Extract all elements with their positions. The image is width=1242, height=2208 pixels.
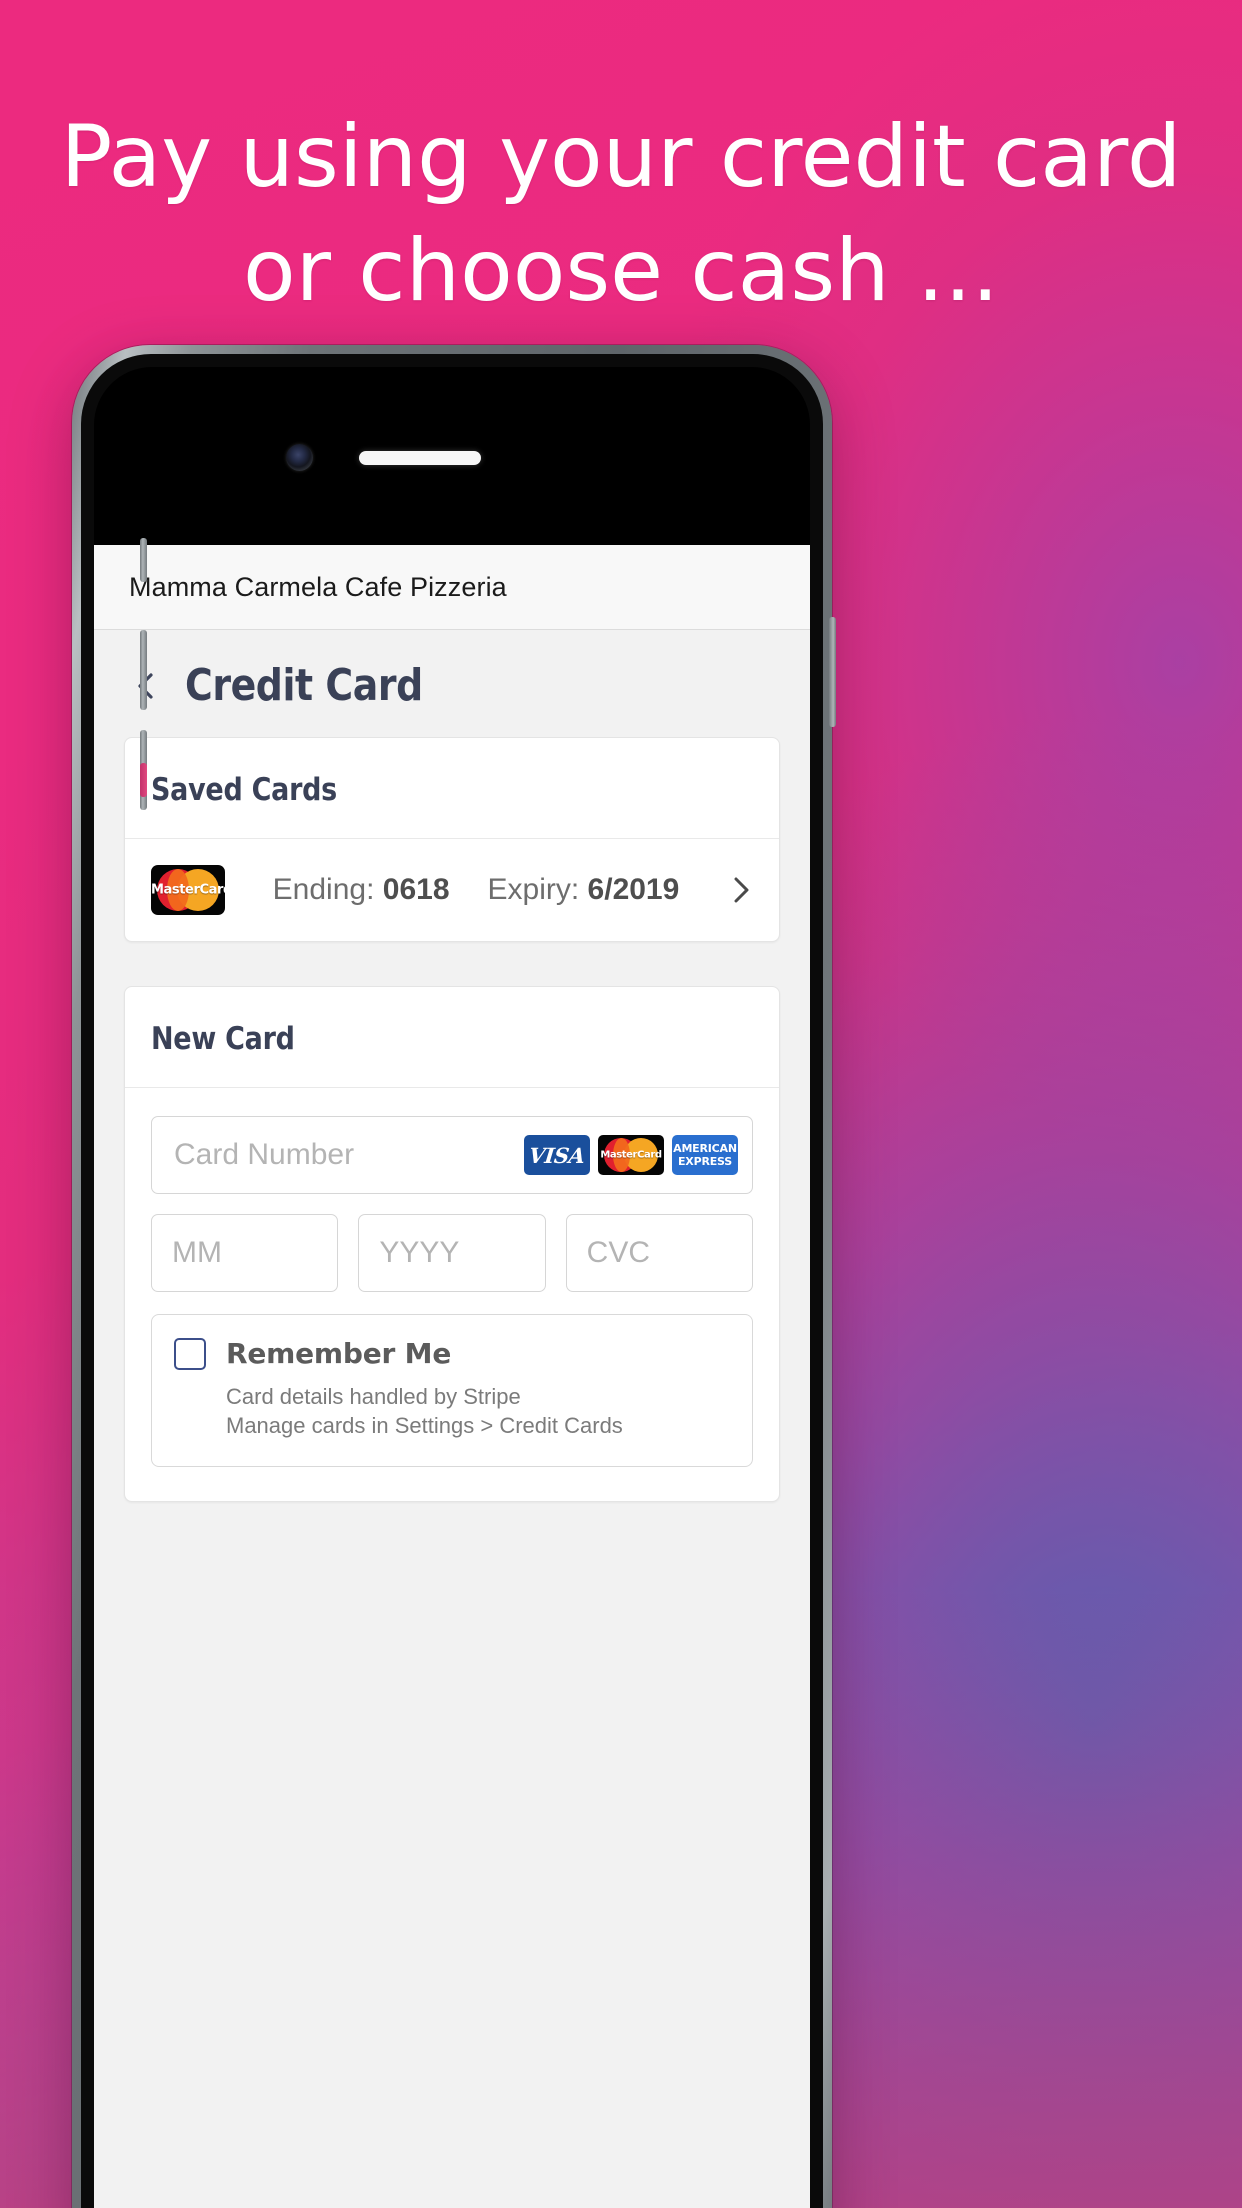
- remember-me-note-line1: Card details handled by Stripe: [226, 1384, 521, 1409]
- card-ending-value: 0618: [382, 873, 450, 906]
- app-screen: Mamma Carmela Cafe Pizzeria Credit Card: [94, 545, 810, 2208]
- mastercard-logo: MasterCard: [151, 865, 225, 915]
- new-card-body: Card Number VISA MasterCard AMERICAN EXP…: [125, 1088, 779, 1501]
- saved-card-row[interactable]: MasterCard Ending: 0618 Expiry: 6/2019: [125, 839, 779, 941]
- card-expiry-label: Expiry:: [487, 873, 580, 906]
- amex-wordmark: AMERICAN EXPRESS: [672, 1142, 738, 1168]
- venue-name: Mamma Carmela Cafe Pizzeria: [129, 571, 507, 602]
- page-title: Credit Card: [185, 660, 423, 711]
- amex-logo: AMERICAN EXPRESS: [672, 1135, 738, 1175]
- saved-cards-header: Saved Cards: [125, 738, 779, 839]
- page-header: Credit Card: [94, 630, 810, 737]
- expiry-year-placeholder: YYYY: [379, 1236, 460, 1269]
- remember-me-label: Remember Me: [226, 1337, 452, 1370]
- expiry-cvc-row: MM YYYY CVC: [151, 1214, 753, 1292]
- expiry-month-placeholder: MM: [172, 1236, 222, 1269]
- card-number-field[interactable]: Card Number VISA MasterCard AMERICAN EXP…: [151, 1116, 753, 1194]
- promo-headline-line1: Pay using your credit card: [60, 107, 1182, 207]
- mastercard-wordmark: MasterCard: [151, 882, 225, 898]
- power-button[interactable]: [829, 617, 836, 727]
- cvc-placeholder: CVC: [586, 1236, 650, 1269]
- mastercard-logo-small: MasterCard: [598, 1135, 664, 1175]
- promo-headline-line2: or choose cash ...: [242, 221, 1000, 321]
- new-card-title: New Card: [151, 1021, 295, 1057]
- chevron-right-icon[interactable]: [727, 872, 757, 908]
- card-expiry: Expiry: 6/2019: [488, 873, 680, 907]
- saved-card-meta: Ending: 0618 Expiry: 6/2019: [225, 873, 727, 907]
- new-card-panel: New Card Card Number VISA MasterCard AME…: [124, 986, 780, 1503]
- silent-switch[interactable]: [140, 538, 147, 582]
- expiry-month-field[interactable]: MM: [151, 1214, 339, 1292]
- new-card-header: New Card: [125, 987, 779, 1088]
- phone-device-mockup: Mamma Carmela Cafe Pizzeria Credit Card: [72, 345, 836, 2208]
- cvc-field[interactable]: CVC: [565, 1214, 753, 1292]
- expiry-year-field[interactable]: YYYY: [358, 1214, 546, 1292]
- front-camera-icon: [286, 444, 313, 471]
- earpiece-speaker-icon: [359, 451, 481, 465]
- saved-cards-panel: Saved Cards MasterCard Ending: 0618 Expi…: [124, 737, 780, 942]
- accepted-brands: VISA MasterCard AMERICAN EXPRESS: [524, 1135, 738, 1175]
- amex-wordmark-line2: EXPRESS: [677, 1155, 732, 1168]
- promo-headline: Pay using your credit card or choose cas…: [0, 108, 1242, 320]
- saved-cards-title: Saved Cards: [151, 772, 337, 808]
- mastercard-wordmark-small: MasterCard: [600, 1149, 662, 1161]
- remember-me-box[interactable]: Remember Me Card details handled by Stri…: [151, 1314, 753, 1468]
- card-ending-label: Ending:: [272, 873, 375, 906]
- mute-indicator: [140, 763, 147, 797]
- card-expiry-value: 6/2019: [587, 873, 680, 906]
- card-number-placeholder: Card Number: [174, 1138, 355, 1171]
- remember-me-checkbox[interactable]: [174, 1337, 206, 1370]
- visa-wordmark: VISA: [527, 1142, 587, 1168]
- promo-screenshot: Pay using your credit card or choose cas…: [0, 0, 1242, 2208]
- remember-me-note-line2: Manage cards in Settings > Credit Cards: [226, 1413, 623, 1439]
- amex-wordmark-line1: AMERICAN: [673, 1142, 737, 1155]
- app-topbar: Mamma Carmela Cafe Pizzeria: [94, 545, 810, 630]
- phone-bezel: Mamma Carmela Cafe Pizzeria Credit Card: [81, 354, 823, 2208]
- phone-glass: Mamma Carmela Cafe Pizzeria Credit Card: [94, 367, 810, 2208]
- volume-up-button[interactable]: [140, 630, 147, 710]
- remember-me-note: Card details handled by Stripe Manage ca…: [174, 1382, 728, 1440]
- card-ending: Ending: 0618: [273, 873, 450, 907]
- visa-logo: VISA: [524, 1135, 590, 1175]
- remember-me-row[interactable]: Remember Me: [174, 1337, 728, 1370]
